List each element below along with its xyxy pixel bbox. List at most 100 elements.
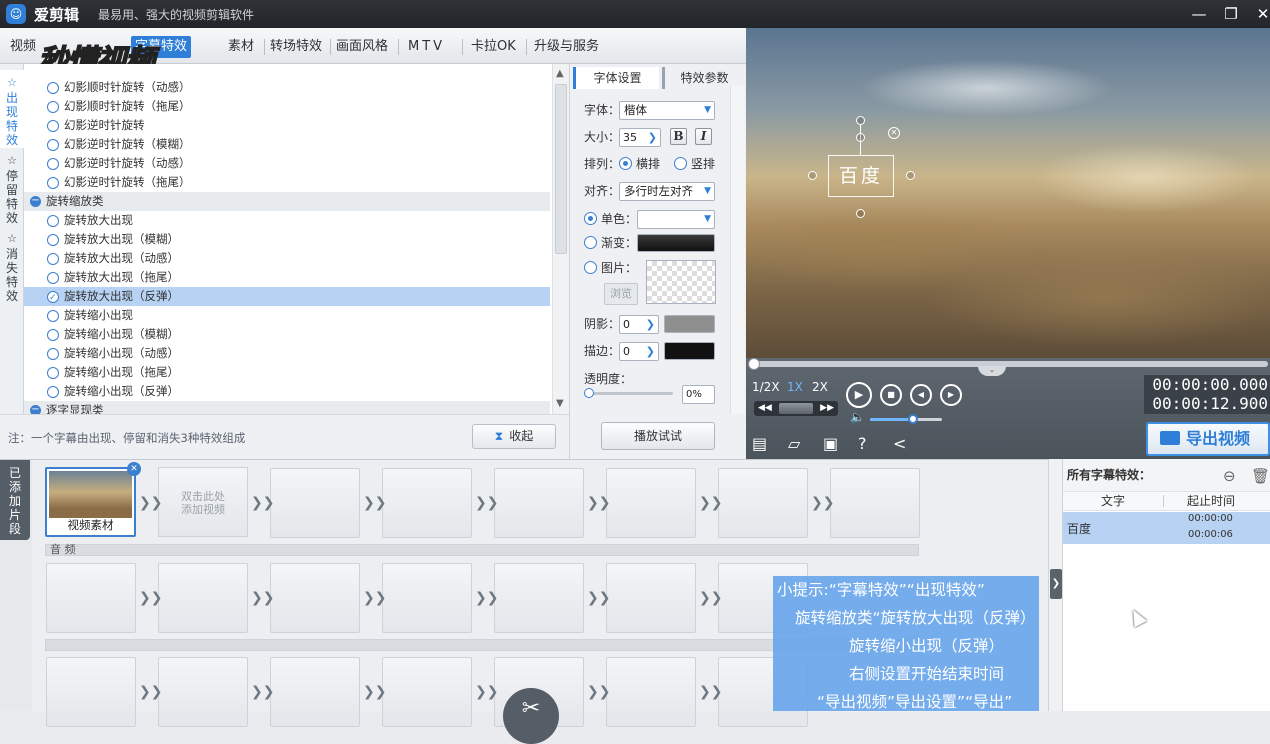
progress-knob[interactable]: [748, 358, 760, 370]
shadow-stepper[interactable]: 0 ❯: [619, 315, 659, 334]
export-video-button[interactable]: 导出视频: [1146, 422, 1270, 456]
empty-slot[interactable]: [270, 657, 360, 727]
scissors-icon[interactable]: ✂: [503, 688, 559, 744]
chevron-down-icon[interactable]: ⌄: [978, 366, 1006, 376]
resize-handle-right[interactable]: [906, 171, 915, 180]
audio-slot[interactable]: [494, 563, 584, 633]
stop-button[interactable]: ■: [880, 384, 902, 406]
volume-knob[interactable]: [908, 414, 919, 424]
rewind-icon[interactable]: ◀◀: [758, 401, 772, 416]
opacity-slider-knob[interactable]: [584, 388, 594, 398]
empty-slot[interactable]: [270, 468, 360, 538]
opacity-input[interactable]: 0%: [682, 385, 715, 404]
audio-slot[interactable]: [606, 563, 696, 633]
font-select[interactable]: 楷体 ▼: [619, 101, 715, 120]
empty-slot[interactable]: [606, 657, 696, 727]
list-item[interactable]: 幻影顺时针旋转（动感）: [24, 78, 550, 97]
back-icon[interactable]: ⊖: [1223, 467, 1236, 485]
empty-slot[interactable]: [46, 657, 136, 727]
share-icon[interactable]: <: [893, 434, 906, 453]
rotate-handle[interactable]: [856, 116, 865, 125]
collapse-button[interactable]: ⧗ 收起: [472, 424, 556, 449]
tab-mtv[interactable]: MTV: [404, 36, 449, 58]
empty-slot[interactable]: [382, 468, 472, 538]
list-item[interactable]: 旋转放大出现（模糊）: [24, 230, 550, 249]
expand-panel-icon[interactable]: ❯: [1050, 569, 1062, 599]
added-clips-tab[interactable]: 已添加片段: [0, 460, 30, 540]
empty-slot[interactable]: [718, 468, 808, 538]
delete-caption-icon[interactable]: ✕: [888, 127, 900, 139]
scroll-up-icon[interactable]: ▲: [556, 68, 564, 79]
empty-slot[interactable]: [606, 468, 696, 538]
group-header[interactable]: − 逐字显现类: [24, 401, 550, 414]
tab-transition[interactable]: 转场特效: [266, 36, 326, 58]
caption-text-box[interactable]: 百度: [828, 155, 894, 197]
progress-bar[interactable]: [748, 358, 1268, 370]
empty-slot[interactable]: [830, 468, 920, 538]
new-project-icon[interactable]: ▤: [752, 434, 767, 453]
resize-handle-bottom[interactable]: [856, 209, 865, 218]
effect-list-scrollbar[interactable]: ▲ ▼: [552, 64, 569, 414]
close-button[interactable]: ✕: [1250, 2, 1270, 26]
remove-clip-icon[interactable]: ✕: [127, 462, 141, 476]
shadow-color-swatch[interactable]: [664, 315, 715, 333]
bold-button[interactable]: B: [670, 128, 687, 145]
seek-bar[interactable]: ◀◀ ▶▶: [754, 401, 838, 416]
speed-2x[interactable]: 2X: [812, 380, 828, 394]
stroke-color-swatch[interactable]: [664, 342, 715, 360]
restore-button[interactable]: ❐: [1218, 2, 1244, 26]
image-radio[interactable]: 图片：: [584, 258, 637, 278]
seek-thumb[interactable]: [779, 403, 813, 414]
audio-slot[interactable]: [270, 563, 360, 633]
gradient-radio[interactable]: 渐变：: [584, 233, 637, 253]
group-header[interactable]: − 旋转缩放类: [24, 192, 550, 211]
video-clip[interactable]: 视频素材 ✕: [45, 462, 141, 537]
tab-karaoke[interactable]: 卡拉OK: [467, 36, 520, 58]
list-item[interactable]: 幻影逆时针旋转: [24, 116, 550, 135]
list-item-selected[interactable]: 旋转放大出现（反弹）: [24, 287, 550, 308]
volume-icon[interactable]: 🔈: [850, 410, 865, 424]
speed-1x[interactable]: 1X: [787, 380, 803, 394]
list-item[interactable]: 旋转缩小出现（动感）: [24, 344, 550, 363]
open-folder-icon[interactable]: ▱: [788, 434, 800, 453]
resize-handle-top[interactable]: [856, 133, 865, 142]
list-item[interactable]: 旋转放大出现: [24, 211, 550, 230]
volume-slider[interactable]: [870, 414, 942, 424]
list-item[interactable]: 幻影逆时针旋转（动感）: [24, 154, 550, 173]
list-item[interactable]: 旋转放大出现（动感）: [24, 249, 550, 268]
size-stepper[interactable]: 35 ❯: [619, 128, 661, 147]
vtab-stay[interactable]: ☆ 停留特效: [0, 148, 24, 226]
list-item[interactable]: 旋转缩小出现（模糊）: [24, 325, 550, 344]
opacity-slider[interactable]: [584, 388, 673, 398]
italic-button[interactable]: I: [695, 128, 712, 145]
tab-font-settings[interactable]: 字体设置: [573, 67, 659, 89]
scroll-thumb[interactable]: [555, 84, 567, 254]
browse-button[interactable]: 浏览: [604, 283, 638, 305]
help-icon[interactable]: ?: [858, 434, 867, 453]
add-video-slot[interactable]: 双击此处 添加视频: [158, 467, 248, 537]
gradient-swatch[interactable]: [637, 234, 715, 252]
tab-video[interactable]: 视频: [6, 36, 40, 58]
list-item[interactable]: 旋转缩小出现（拖尾）: [24, 363, 550, 382]
audio-slot[interactable]: [382, 563, 472, 633]
save-icon[interactable]: ▣: [823, 434, 838, 453]
vtab-appear[interactable]: ☆ 出现特效: [0, 70, 24, 148]
stroke-stepper[interactable]: 0 ❯: [619, 342, 659, 361]
tab-material[interactable]: 素材: [224, 36, 258, 58]
list-item[interactable]: 旋转放大出现（拖尾）: [24, 268, 550, 287]
align-select[interactable]: 多行时左对齐 ▼: [619, 182, 715, 201]
table-row[interactable]: 百度 00:00:00 00:00:06: [1063, 512, 1270, 544]
next-frame-button[interactable]: ▶: [940, 384, 962, 406]
list-item[interactable]: 旋转缩小出现（反弹）: [24, 382, 550, 401]
trash-icon[interactable]: 🗑: [1251, 467, 1270, 485]
prev-frame-button[interactable]: ◀: [910, 384, 932, 406]
scroll-down-icon[interactable]: ▼: [556, 398, 564, 409]
audio-slot[interactable]: [46, 563, 136, 633]
list-item[interactable]: 幻影逆时针旋转（模糊）: [24, 135, 550, 154]
minimize-button[interactable]: —: [1186, 2, 1212, 26]
empty-slot[interactable]: [158, 657, 248, 727]
tab-upgrade[interactable]: 升级与服务: [530, 36, 603, 58]
list-item[interactable]: 幻影顺时针旋转（拖尾）: [24, 97, 550, 116]
solid-color-select[interactable]: ▼: [637, 210, 715, 229]
tab-style[interactable]: 画面风格: [332, 36, 392, 58]
